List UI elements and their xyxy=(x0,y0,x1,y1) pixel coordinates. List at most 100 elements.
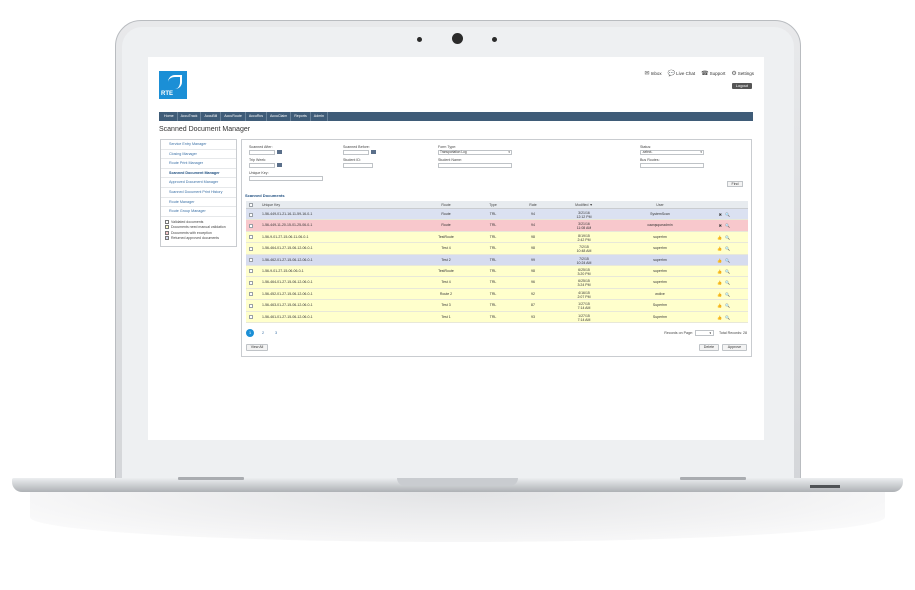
nav-admin[interactable]: Admin xyxy=(311,112,328,121)
search-icon[interactable]: 🔍 xyxy=(725,300,730,311)
trip-week-input[interactable] xyxy=(249,163,275,168)
side-item-route-group[interactable]: Route Group Manager xyxy=(161,207,236,217)
row-checkbox[interactable] xyxy=(249,258,253,263)
cell-unique-key: 1-56-452-01-27-15-06-12-06-0-1 xyxy=(262,291,313,296)
row-action-icon[interactable]: 👍 xyxy=(717,255,722,266)
table-row[interactable]: 1-56-464-01-27-15-06-12-06-0-1 Test 4 TRL 9… xyxy=(246,243,748,255)
approve-button[interactable]: Approve xyxy=(722,344,747,351)
row-action-icon[interactable]: 👍 xyxy=(717,289,722,300)
delete-button[interactable]: Delete xyxy=(699,344,719,351)
total-records: Total Records: 28 xyxy=(719,331,747,335)
nav-home[interactable]: Home xyxy=(161,112,178,121)
calendar-icon[interactable] xyxy=(371,150,376,154)
app-screen: RTE ✉ Inbox 💬 Live Chat ☎ Support ⚙ Settings… xyxy=(148,57,764,440)
calendar-icon[interactable] xyxy=(277,150,282,154)
form-type-select[interactable]: Transportation Log ▾ xyxy=(438,150,512,155)
table-row[interactable]: 1-56-452-01-27-15-06-12-06-0-1 Route 2 TRL… xyxy=(246,288,748,301)
page-button[interactable]: 2 xyxy=(259,329,267,337)
select-all-checkbox[interactable] xyxy=(249,203,253,207)
col-type[interactable]: Type xyxy=(481,201,505,209)
find-button[interactable]: Find xyxy=(727,181,743,187)
search-icon[interactable]: 🔍 xyxy=(725,277,730,288)
student-name-input[interactable] xyxy=(438,163,512,168)
page-button[interactable]: 1 xyxy=(246,329,254,337)
nav-accuclaim[interactable]: AccuClaim xyxy=(267,112,292,121)
search-icon[interactable]: 🔍 xyxy=(725,232,730,243)
search-icon[interactable]: 🔍 xyxy=(725,289,730,300)
rte-logo[interactable]: RTE xyxy=(159,71,187,99)
row-checkbox[interactable] xyxy=(249,223,253,228)
records-on-page-select[interactable]: ▾ xyxy=(695,330,714,336)
nav-accubill[interactable]: AccuBill xyxy=(201,112,222,121)
row-action-icon[interactable]: 👍 xyxy=(717,232,722,243)
cell-modified-time: 2:07 PM xyxy=(577,294,591,299)
table-row[interactable]: 1-56-463-01-27-15-06-12-06-0-1 Test 3 TRL 8… xyxy=(246,300,748,312)
side-item-print-history[interactable]: Scanned Document Print History xyxy=(161,188,236,198)
scanned-before-input[interactable] xyxy=(343,150,369,155)
row-checkbox[interactable] xyxy=(249,246,253,251)
row-checkbox[interactable] xyxy=(249,292,253,297)
search-icon[interactable]: 🔍 xyxy=(725,266,730,277)
cell-type: TRL xyxy=(489,234,497,239)
support-link[interactable]: ☎ Support xyxy=(701,70,725,77)
table-row[interactable]: 1-56-449-01-21-16-11-59-16-0-1 Route TRL 94… xyxy=(246,209,748,221)
row-action-icon[interactable]: 👍 xyxy=(717,300,722,311)
nav-accutrack[interactable]: AccuTrack xyxy=(178,112,202,121)
search-icon[interactable]: 🔍 xyxy=(725,312,730,323)
legend-item: Documents need manual validation xyxy=(165,224,232,230)
side-item-route-manager[interactable]: Route Manager xyxy=(161,198,236,208)
table-row[interactable]: 1-56-461-01-27-15-06-12-06-0-1 Test 1 TRL 9… xyxy=(246,311,748,323)
live-chat-link[interactable]: 💬 Live Chat xyxy=(668,70,696,77)
row-action-icon[interactable]: 👍 xyxy=(717,243,722,254)
search-icon[interactable]: 🔍 xyxy=(725,220,730,231)
side-item-scanned-document[interactable]: Scanned Document Manager xyxy=(161,169,236,179)
scanned-after-input[interactable] xyxy=(249,150,275,155)
side-item-approved-document[interactable]: Approved Document Manager xyxy=(161,178,236,188)
student-id-input[interactable] xyxy=(343,163,373,168)
row-action-icon[interactable]: ✖ xyxy=(719,220,722,231)
col-unique-key[interactable]: Unique Key xyxy=(262,201,280,209)
nav-reports[interactable]: Reports xyxy=(291,112,311,121)
status-select[interactable]: -select- ▾ xyxy=(640,150,704,155)
row-action-icon[interactable]: 👍 xyxy=(717,277,722,288)
side-item-service-entry[interactable]: Service Entry Manager xyxy=(161,140,236,150)
row-checkbox[interactable] xyxy=(249,212,253,217)
row-checkbox[interactable] xyxy=(249,315,253,320)
row-action-icon[interactable]: 👍 xyxy=(717,266,722,277)
row-checkbox[interactable] xyxy=(249,235,253,240)
search-icon[interactable]: 🔍 xyxy=(725,243,730,254)
nav-accurcs[interactable]: AccuRcs xyxy=(246,112,268,121)
cell-modified-time: 7:14 AM xyxy=(577,317,591,322)
table-row[interactable]: 1-56-462-01-27-15-06-12-06-0-1 Test 2 TRL 9… xyxy=(246,254,748,266)
row-checkbox[interactable] xyxy=(249,303,253,308)
side-item-closing[interactable]: Closing Manager xyxy=(161,150,236,160)
table-row[interactable]: 1-56-464-01-27-15-06-12-06-0-1 Test 4 TRL 9… xyxy=(246,277,748,289)
table-row[interactable]: 1-56-9-01-27-15-06-06-0-1 TestRoute TRL 98 6… xyxy=(246,265,748,278)
settings-link[interactable]: ⚙ Settings xyxy=(731,70,754,77)
col-route[interactable]: Route xyxy=(431,201,461,209)
inbox-link[interactable]: ✉ Inbox xyxy=(645,70,662,77)
row-checkbox[interactable] xyxy=(249,280,253,285)
calendar-icon[interactable] xyxy=(277,163,282,167)
legend-label: Returned approved documents xyxy=(171,236,220,240)
cell-type: TRL xyxy=(489,257,497,262)
col-rate[interactable]: Rate xyxy=(521,201,545,209)
col-modified[interactable]: Modified ▼ xyxy=(564,201,604,209)
documents-table: Unique Key Route Type Rate Modified ▼ Us… xyxy=(246,201,748,323)
table-row[interactable]: 1-56-449-11-20-15-01-25-06-0-1 Route TRL 94… xyxy=(246,220,748,232)
row-checkbox[interactable] xyxy=(249,269,253,274)
logout-button[interactable]: Logout xyxy=(731,83,752,89)
row-action-icon[interactable]: ✖ xyxy=(719,209,722,220)
search-icon[interactable]: 🔍 xyxy=(725,209,730,220)
col-user[interactable]: User xyxy=(638,201,682,209)
page-button[interactable]: 3 xyxy=(272,329,280,337)
row-actions: ✖ 🔍 xyxy=(719,220,730,231)
view-all-button[interactable]: View All xyxy=(246,344,268,351)
unique-key-input[interactable] xyxy=(249,176,323,181)
table-row[interactable]: 1-56-9-01-27-15-06-11-06-0-1 TestRoute TRL… xyxy=(246,231,748,244)
bus-routes-input[interactable] xyxy=(640,163,704,168)
side-item-route-print[interactable]: Route Print Manager xyxy=(161,159,236,169)
search-icon[interactable]: 🔍 xyxy=(725,255,730,266)
nav-accuroute[interactable]: AccuRoute xyxy=(221,112,246,121)
row-action-icon[interactable]: 👍 xyxy=(717,312,722,323)
